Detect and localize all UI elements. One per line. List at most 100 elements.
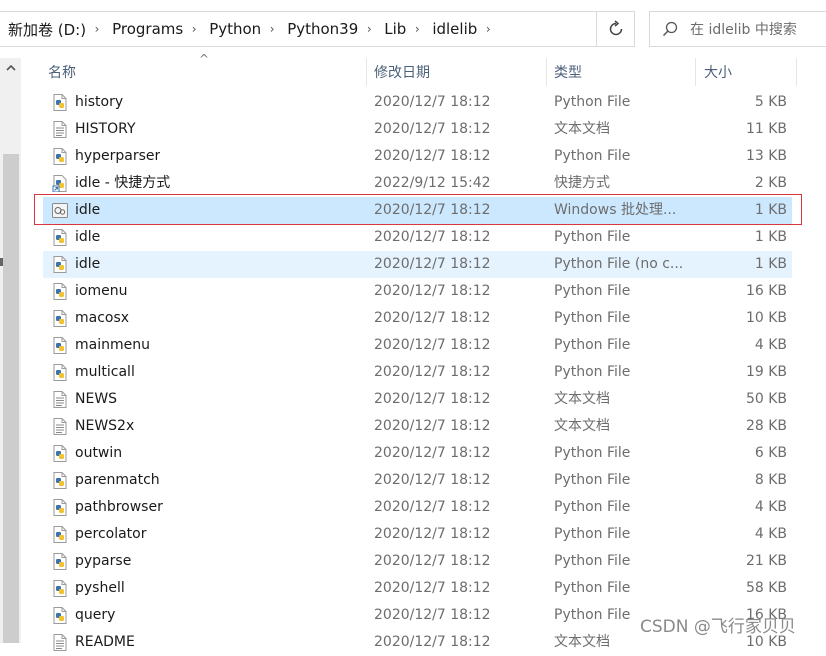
- file-row[interactable]: pathbrowser 2020/12/7 18:12 Python File 4 K…: [43, 494, 792, 521]
- file-row[interactable]: pyparse 2020/12/7 18:12 Python File 21 KB: [43, 548, 792, 575]
- file-row[interactable]: NEWS 2020/12/7 18:12 文本文档 50 KB: [43, 386, 792, 413]
- python-file-icon: [52, 256, 68, 273]
- refresh-icon: [609, 20, 622, 36]
- breadcrumb-item[interactable]: Programs: [104, 20, 187, 38]
- file-modified-date: 2022/9/12 15:42: [374, 175, 491, 191]
- file-row[interactable]: idle 2020/12/7 18:12 Python File 1 KB: [43, 224, 792, 251]
- chevron-right-icon[interactable]: ›: [481, 22, 495, 36]
- file-modified-date: 2020/12/7 18:12: [374, 337, 491, 353]
- file-row[interactable]: macosx 2020/12/7 18:12 Python File 10 KB: [43, 305, 792, 332]
- column-header-size[interactable]: 大小: [704, 58, 796, 86]
- file-row[interactable]: outwin 2020/12/7 18:12 Python File 6 KB: [43, 440, 792, 467]
- python-file-icon: [52, 364, 68, 381]
- window-edge-marker: [0, 258, 3, 266]
- file-size: 19 KB: [745, 364, 787, 380]
- file-row[interactable]: percolator 2020/12/7 18:12 Python File 4 KB: [43, 521, 792, 548]
- file-type: 快捷方式: [554, 175, 610, 191]
- breadcrumb-item[interactable]: Python39: [279, 20, 362, 38]
- file-row[interactable]: HISTORY 2020/12/7 18:12 文本文档 11 KB: [43, 116, 792, 143]
- file-name: multicall: [75, 364, 135, 380]
- python-file-icon: [52, 229, 68, 246]
- python-file-icon: [52, 94, 68, 111]
- file-modified-date: 2020/12/7 18:12: [374, 229, 491, 245]
- file-row[interactable]: pyshell 2020/12/7 18:12 Python File 58 KB: [43, 575, 792, 602]
- file-name: iomenu: [75, 283, 128, 299]
- file-name: history: [75, 94, 124, 110]
- text-file-icon: [52, 121, 68, 138]
- file-row[interactable]: idle - 快捷方式 2022/9/12 15:42 快捷方式 2 KB: [43, 170, 792, 197]
- search-placeholder: 在 idlelib 中搜索: [690, 22, 797, 38]
- breadcrumb-item[interactable]: idlelib: [424, 20, 481, 38]
- refresh-button[interactable]: [597, 11, 635, 47]
- file-name: parenmatch: [75, 472, 160, 488]
- file-row[interactable]: idle 2020/12/7 18:12 Python File (no c... 1…: [43, 251, 792, 278]
- file-modified-date: 2020/12/7 18:12: [374, 418, 491, 434]
- file-name: macosx: [75, 310, 130, 326]
- file-size: 28 KB: [745, 418, 787, 434]
- breadcrumb-item[interactable]: 新加卷 (D:): [0, 19, 90, 40]
- file-size: 21 KB: [745, 553, 787, 569]
- file-name: idle: [75, 256, 101, 272]
- file-modified-date: 2020/12/7 18:12: [374, 202, 491, 218]
- chevron-right-icon[interactable]: ›: [187, 22, 201, 36]
- search-box[interactable]: 在 idlelib 中搜索: [649, 11, 826, 47]
- file-name: NEWS: [75, 391, 118, 407]
- python-file-icon: [52, 283, 68, 300]
- file-row[interactable]: parenmatch 2020/12/7 18:12 Python File 8 KB: [43, 467, 792, 494]
- file-size: 4 KB: [754, 337, 787, 353]
- column-header-name[interactable]: 名称: [48, 58, 366, 86]
- file-name: HISTORY: [75, 121, 136, 137]
- file-name: hyperparser: [75, 148, 161, 164]
- column-type-label: 类型: [554, 65, 582, 81]
- file-modified-date: 2020/12/7 18:12: [374, 499, 491, 515]
- chevron-right-icon[interactable]: ›: [410, 22, 424, 36]
- file-modified-date: 2020/12/7 18:12: [374, 472, 491, 488]
- file-name: idle: [75, 202, 101, 218]
- vertical-scrollbar[interactable]: [0, 58, 21, 643]
- chevron-right-icon[interactable]: ›: [362, 22, 376, 36]
- breadcrumb-item[interactable]: Lib: [376, 20, 410, 38]
- file-size: 11 KB: [745, 121, 787, 137]
- file-size: 4 KB: [754, 526, 787, 542]
- column-divider[interactable]: [695, 58, 696, 86]
- chevron-right-icon[interactable]: ›: [90, 22, 104, 36]
- breadcrumb-item[interactable]: Python: [201, 20, 265, 38]
- search-icon: [650, 21, 690, 37]
- chevron-right-icon[interactable]: ›: [265, 22, 279, 36]
- column-date-label: 修改日期: [374, 65, 430, 81]
- scroll-up-button[interactable]: [0, 58, 21, 78]
- column-divider[interactable]: [366, 58, 367, 86]
- text-file-icon: [52, 418, 68, 435]
- column-header-date[interactable]: 修改日期: [374, 58, 546, 86]
- file-type: Python File: [554, 283, 631, 299]
- file-type: Python File: [554, 472, 631, 488]
- python-file-icon: [52, 580, 68, 597]
- file-modified-date: 2020/12/7 18:12: [374, 148, 491, 164]
- column-divider[interactable]: [546, 58, 547, 86]
- shortcut-icon: [52, 175, 68, 193]
- watermark: CSDN @飞行家贝贝: [640, 617, 796, 637]
- file-row[interactable]: NEWS2x 2020/12/7 18:12 文本文档 28 KB: [43, 413, 792, 440]
- column-name-label: 名称: [48, 65, 76, 81]
- file-size: 8 KB: [754, 472, 787, 488]
- file-row[interactable]: mainmenu 2020/12/7 18:12 Python File 4 KB: [43, 332, 792, 359]
- file-size: 58 KB: [745, 580, 787, 596]
- column-header-type[interactable]: 类型: [554, 58, 694, 86]
- file-row[interactable]: idle 2020/12/7 18:12 Windows 批处理... 1 KB: [43, 197, 792, 224]
- file-name: idle: [75, 229, 101, 245]
- file-modified-date: 2020/12/7 18:12: [374, 283, 491, 299]
- file-name: idle - 快捷方式: [75, 175, 171, 191]
- file-modified-date: 2020/12/7 18:12: [374, 553, 491, 569]
- file-row[interactable]: history 2020/12/7 18:12 Python File 5 KB: [43, 89, 792, 116]
- file-modified-date: 2020/12/7 18:12: [374, 256, 491, 272]
- column-divider[interactable]: [796, 58, 797, 86]
- file-modified-date: 2020/12/7 18:12: [374, 310, 491, 326]
- file-row[interactable]: iomenu 2020/12/7 18:12 Python File 16 KB: [43, 278, 792, 305]
- toolbar: 新加卷 (D:) › Programs › Python › Python39 › Lib › id…: [0, 0, 826, 58]
- file-row[interactable]: hyperparser 2020/12/7 18:12 Python File 13 …: [43, 143, 792, 170]
- scroll-thumb[interactable]: [3, 154, 19, 643]
- file-type: Python File: [554, 445, 631, 461]
- file-row[interactable]: multicall 2020/12/7 18:12 Python File 19 KB: [43, 359, 792, 386]
- address-bar[interactable]: 新加卷 (D:) › Programs › Python › Python39 › Lib › id…: [0, 11, 597, 47]
- file-type: Python File: [554, 94, 631, 110]
